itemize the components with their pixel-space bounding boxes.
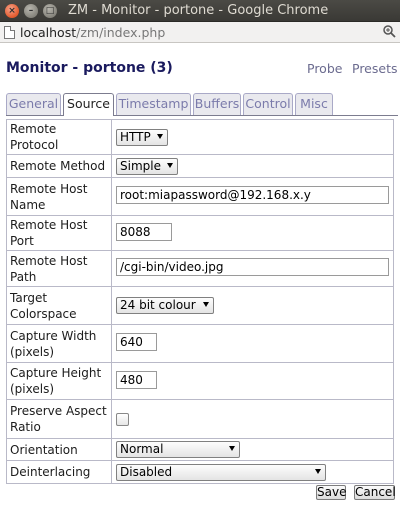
page-title: Monitor - portone (3): [6, 60, 173, 76]
window-close-button[interactable]: ×: [5, 4, 19, 18]
zoom-icon[interactable]: [382, 24, 396, 42]
remote-host-path-label: Remote Host Path: [6, 250, 112, 287]
deinterlacing-value: Disabled: [120, 464, 173, 479]
remote-protocol-value: HTTP: [120, 129, 151, 144]
preserve-aspect-ratio-checkbox[interactable]: [116, 413, 129, 426]
remote-host-name-cell: root:miapassword@192.168.x.y: [111, 177, 394, 216]
chevron-down-icon: [229, 446, 235, 451]
remote-host-port-label: Remote Host Port: [6, 215, 112, 251]
tab-general[interactable]: General: [6, 93, 61, 115]
orientation-value: Normal: [120, 442, 164, 456]
remote-host-port-cell: 8088: [111, 215, 394, 251]
chevron-down-icon: [157, 133, 163, 139]
orientation-select[interactable]: Normal: [116, 441, 240, 458]
table-row: Remote Method Simple: [6, 154, 394, 178]
capture-width-label: Capture Width (pixels): [6, 324, 112, 363]
table-row: Remote Host Name root:miapassword@192.16…: [6, 177, 394, 216]
source-settings-table: Remote Protocol HTTP Remote Method Simpl…: [6, 119, 394, 484]
deinterlacing-cell: Disabled: [111, 460, 394, 484]
remote-host-path-input[interactable]: /cgi-bin/video.jpg: [116, 258, 389, 276]
target-colorspace-select[interactable]: 24 bit colour: [116, 297, 214, 314]
tab-bar: General Source Timestamp Buffers Control…: [6, 93, 398, 116]
capture-height-cell: 480: [111, 362, 394, 400]
remote-host-name-input[interactable]: root:miapassword@192.168.x.y: [116, 186, 389, 204]
capture-height-input[interactable]: 480: [116, 370, 157, 389]
tab-timestamp[interactable]: Timestamp: [116, 93, 191, 115]
target-colorspace-label: Target Colorspace: [6, 286, 112, 325]
target-colorspace-cell: 24 bit colour: [111, 286, 394, 325]
window-minimize-button[interactable]: –: [24, 4, 38, 18]
window-maximize-button[interactable]: □: [43, 4, 57, 18]
remote-host-name-label: Remote Host Name: [6, 177, 112, 216]
table-row: Remote Protocol HTTP: [6, 119, 394, 155]
orientation-label: Orientation: [6, 438, 112, 461]
preserve-aspect-ratio-cell: [111, 399, 394, 439]
capture-width-cell: 640: [111, 324, 394, 363]
remote-method-cell: Simple: [111, 154, 394, 178]
table-row: Preserve Aspect Ratio: [6, 399, 394, 439]
target-colorspace-value: 24 bit colour: [120, 298, 196, 312]
capture-width-input[interactable]: 640: [116, 333, 157, 351]
table-row: Deinterlacing Disabled: [6, 460, 394, 484]
table-row: Remote Host Port 8088: [6, 215, 394, 251]
presets-link[interactable]: Presets: [352, 61, 398, 76]
address-bar[interactable]: localhost/zm/index.php: [0, 22, 400, 43]
remote-protocol-label: Remote Protocol: [6, 119, 112, 155]
chevron-down-icon: [315, 468, 321, 474]
probe-link[interactable]: Probe: [307, 61, 342, 76]
tab-buffers[interactable]: Buffers: [193, 93, 241, 115]
table-row: Orientation Normal: [6, 438, 394, 461]
table-row: Remote Host Path /cgi-bin/video.jpg: [6, 250, 394, 287]
remote-method-label: Remote Method: [6, 154, 112, 178]
zoom-icon-svg: [383, 25, 396, 38]
capture-height-label: Capture Height (pixels): [6, 362, 112, 400]
chevron-down-icon: [167, 162, 173, 168]
page-icon: [4, 26, 15, 39]
preserve-aspect-ratio-label: Preserve Aspect Ratio: [6, 399, 112, 439]
remote-protocol-select[interactable]: HTTP: [116, 128, 168, 146]
chevron-down-icon: [203, 302, 209, 307]
window-title-bar: × – □ ZM - Monitor - portone - Google Ch…: [0, 0, 400, 22]
orientation-cell: Normal: [111, 438, 394, 461]
cancel-button[interactable]: Cancel: [354, 485, 396, 500]
save-button[interactable]: Save: [316, 485, 346, 500]
remote-host-port-input[interactable]: 8088: [116, 222, 172, 241]
url-text[interactable]: localhost/zm/index.php: [20, 25, 165, 40]
url-path: /zm/index.php: [76, 25, 166, 40]
table-row: Capture Height (pixels) 480: [6, 362, 394, 400]
deinterlacing-label: Deinterlacing: [6, 460, 112, 484]
tab-source[interactable]: Source: [63, 93, 114, 116]
table-row: Target Colorspace 24 bit colour: [6, 286, 394, 325]
remote-method-select[interactable]: Simple: [116, 157, 178, 175]
tab-misc[interactable]: Misc: [295, 93, 333, 115]
deinterlacing-select[interactable]: Disabled: [116, 463, 326, 481]
remote-protocol-cell: HTTP: [111, 119, 394, 155]
window-title: ZM - Monitor - portone - Google Chrome: [68, 3, 329, 18]
remote-host-path-cell: /cgi-bin/video.jpg: [111, 250, 394, 287]
table-row: Capture Width (pixels) 640: [6, 324, 394, 363]
tab-control[interactable]: Control: [243, 93, 293, 115]
remote-method-value: Simple: [120, 158, 161, 173]
url-host: localhost: [20, 25, 77, 40]
